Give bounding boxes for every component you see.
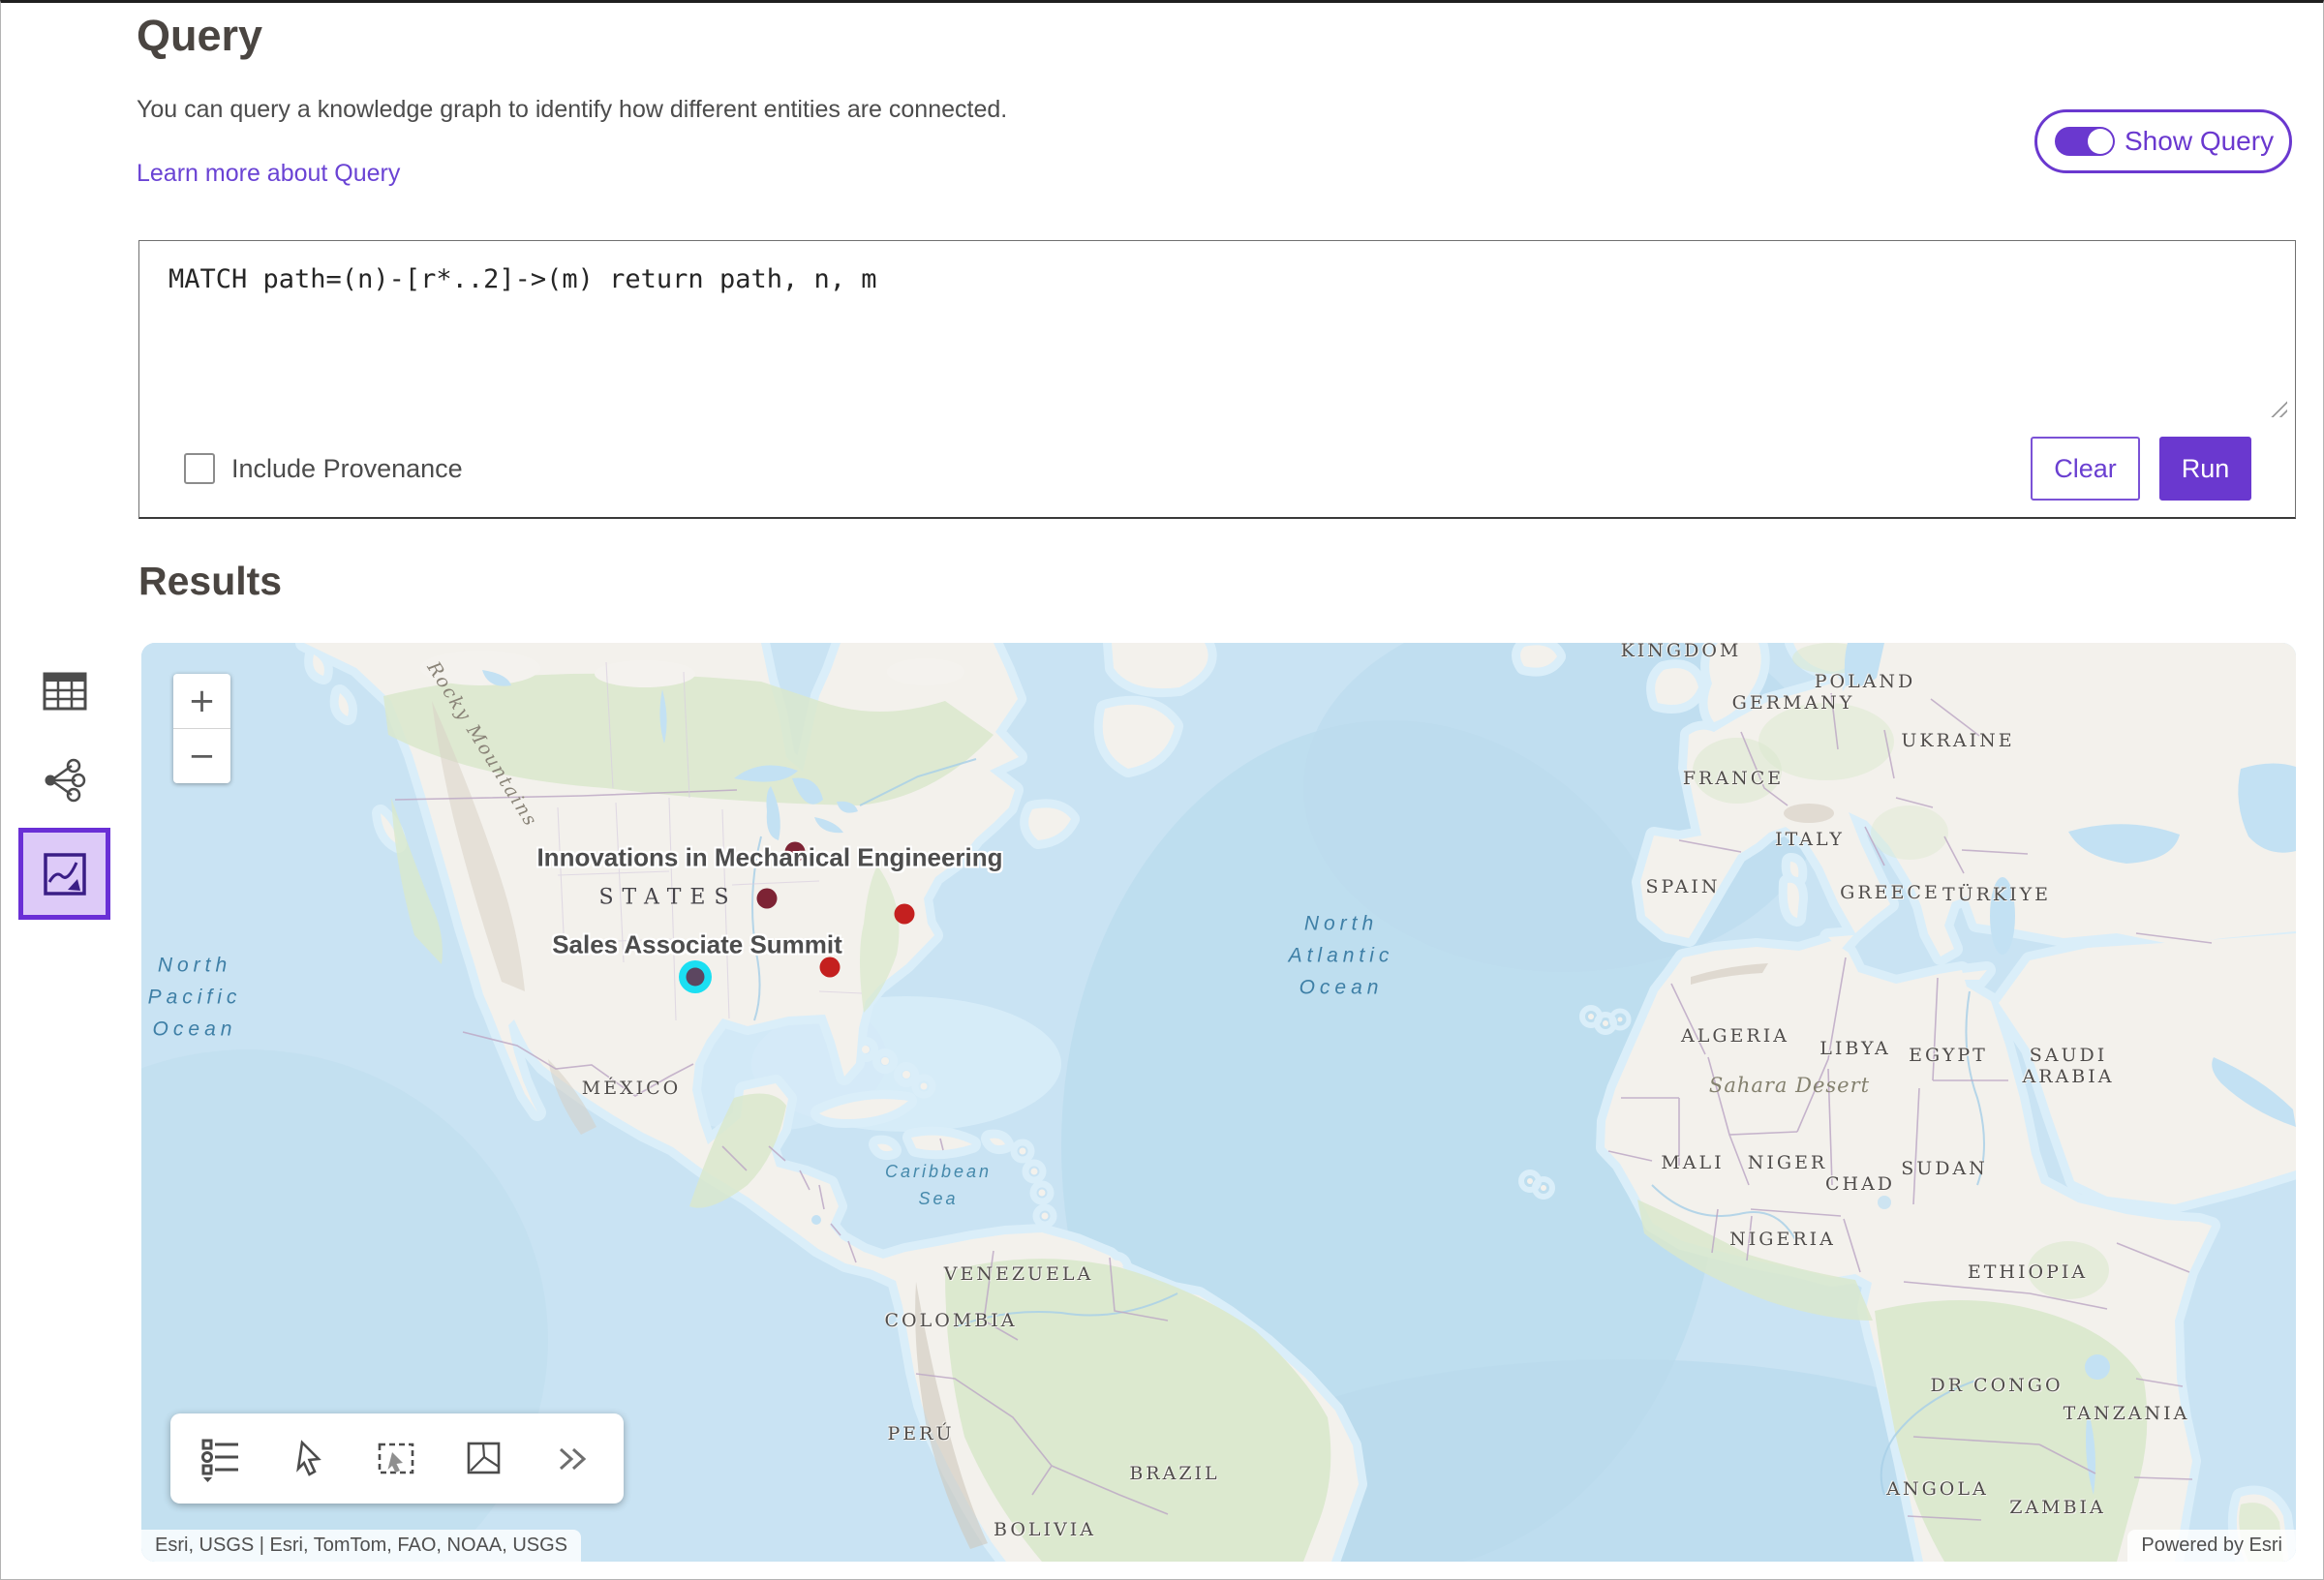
- cursor-icon: [289, 1438, 331, 1480]
- map-view[interactable]: KINGDOMPOLANDGERMANYUKRAINEFRANCEITALYSP…: [141, 643, 2296, 1562]
- map-zoom-control: + −: [173, 674, 230, 783]
- map-toolbar: [170, 1413, 624, 1504]
- rectangle-select-icon: [375, 1438, 419, 1480]
- include-provenance-checkbox[interactable]: [184, 453, 215, 484]
- page-description: You can query a knowledge graph to ident…: [137, 96, 1007, 124]
- polygon-select-icon: [463, 1438, 505, 1480]
- clear-button[interactable]: Clear: [2031, 437, 2140, 501]
- sidebar-item-link-chart-view[interactable]: [42, 758, 88, 807]
- toggle-switch-icon[interactable]: [2055, 127, 2115, 156]
- zoom-out-button[interactable]: −: [173, 729, 230, 783]
- show-query-toggle[interactable]: Show Query: [2034, 109, 2292, 173]
- query-panel-footer: Include Provenance Clear Run: [139, 420, 2295, 517]
- include-provenance-label: Include Provenance: [231, 454, 463, 484]
- page-title: Query: [137, 11, 262, 61]
- double-chevron-right-icon: [551, 1438, 594, 1480]
- legend-icon: [199, 1436, 244, 1482]
- toolbar-expand-button[interactable]: [543, 1430, 601, 1488]
- event-point-selected[interactable]: [679, 960, 712, 993]
- results-title: Results: [138, 559, 282, 604]
- sidebar-item-map-view-selected[interactable]: [18, 828, 110, 920]
- powered-by-esri: Powered by Esri: [2127, 1530, 2296, 1562]
- sidebar-item-table-view[interactable]: [42, 669, 88, 718]
- select-cursor-button[interactable]: [281, 1430, 339, 1488]
- legend-button[interactable]: [193, 1430, 251, 1488]
- link-chart-icon: [42, 758, 88, 803]
- event-point[interactable]: [895, 904, 915, 925]
- map-icon: [42, 851, 88, 897]
- event-point[interactable]: [820, 957, 841, 978]
- toggle-knob: [2088, 129, 2113, 154]
- event-point[interactable]: [757, 889, 778, 909]
- table-icon: [42, 669, 88, 714]
- event-point[interactable]: [785, 842, 806, 863]
- map-attribution: Esri, USGS | Esri, TomTom, FAO, NOAA, US…: [141, 1530, 581, 1562]
- query-panel: MATCH path=(n)-[r*..2]->(m) return path,…: [138, 240, 2296, 519]
- run-button[interactable]: Run: [2159, 437, 2251, 501]
- learn-more-link[interactable]: Learn more about Query: [137, 160, 400, 188]
- page: Query You can query a knowledge graph to…: [0, 0, 2324, 1580]
- show-query-label: Show Query: [2125, 126, 2274, 157]
- select-by-polygon-button[interactable]: [455, 1430, 513, 1488]
- event-point-center: [687, 968, 705, 987]
- zoom-in-button[interactable]: +: [173, 674, 230, 728]
- query-input[interactable]: MATCH path=(n)-[r*..2]->(m) return path,…: [139, 241, 2295, 421]
- select-by-rectangle-button[interactable]: [368, 1430, 426, 1488]
